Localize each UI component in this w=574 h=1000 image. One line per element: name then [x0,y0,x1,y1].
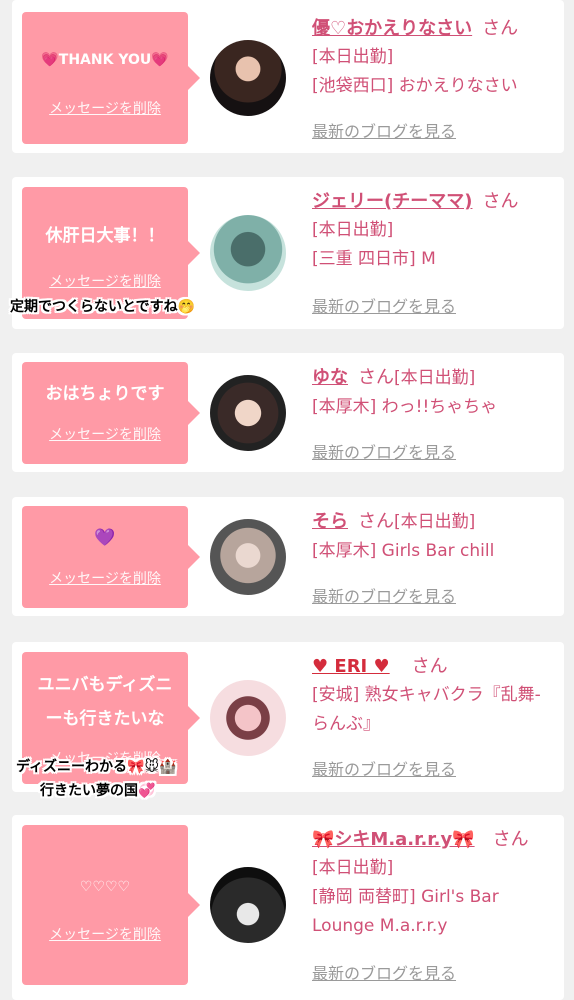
delete-message-link[interactable]: メッセージを削除 [22,924,188,944]
avatar[interactable] [210,867,286,943]
message-text: 休肝日大事！！ [45,226,165,246]
delete-message-link[interactable]: メッセージを削除 [22,271,188,291]
blog-link[interactable]: 最新のブログを見る [312,293,456,317]
avatar[interactable] [210,680,286,756]
message-bubble: おはちょりです メッセージを削除 [22,362,200,464]
avatar[interactable] [210,519,286,595]
cast-name-link[interactable]: ジェリー(チーママ) [312,191,472,212]
overlay-caption: 定期でつくらないとですね🤭 [10,299,196,315]
cast-name-link[interactable]: 優♡おかえりなさい [312,18,472,39]
message-text: ユニバもディズニ [37,675,173,695]
avatar[interactable] [210,215,286,291]
shop-text: [三重 四日市] M [312,249,436,269]
message-bubble: 💗THANK YOU💗 メッセージを削除 [22,12,200,144]
status-text: [本日出勤] [312,47,394,67]
delete-message-link[interactable]: メッセージを削除 [22,424,188,444]
status-text: [本日出勤] [394,368,476,388]
avatar[interactable] [210,40,286,116]
blog-link[interactable]: 最新のブログを見る [312,756,456,780]
overlay-caption: ディズニーわかる🎀🐭🏰 [16,759,177,775]
message-text: 💜 [94,528,116,548]
honorific: さん [358,511,394,532]
avatar[interactable] [210,375,286,451]
delete-message-link[interactable]: メッセージを削除 [22,98,188,118]
blog-link[interactable]: 最新のブログを見る [312,960,456,984]
message-card: おはちょりです メッセージを削除 ゆな さん[本日出勤] [本厚木] わっ!!ちゃ… [12,353,564,472]
honorific: さん [482,18,519,39]
honorific: さん [358,367,394,388]
honorific: さん [492,829,529,850]
honorific: さん [482,191,519,212]
message-text: おはちょりです [45,384,165,404]
message-card: 💜 メッセージを削除 そら さん[本日出勤] [本厚木] Girls Bar ch… [12,497,564,616]
blog-link[interactable]: 最新のブログを見る [312,583,456,607]
status-text: [本日出勤] [394,512,476,532]
status-text: [本日出勤] [312,220,394,240]
shop-text: [池袋西口] おかえりなさい [312,76,518,96]
overlay-caption: 行きたい夢の国💞 [40,783,156,799]
shop-text: [安城] 熟女キャバクラ『乱舞-らんぶ』 [312,685,541,734]
honorific: さん [411,656,448,677]
blog-link[interactable]: 最新のブログを見る [312,439,456,463]
message-text: ♡♡♡♡ [79,879,131,895]
blog-link[interactable]: 最新のブログを見る [312,118,456,142]
message-text: 💗THANK YOU💗 [41,52,169,68]
shop-text: [本厚木] わっ!!ちゃちゃ [312,397,498,417]
cast-name-link[interactable]: 🎀シキM.a.r.r.y🎀 [312,829,475,850]
cast-name-link[interactable]: そら [312,511,348,532]
cast-name-link[interactable]: ゆな [312,367,348,388]
shop-text: [本厚木] Girls Bar chill [312,541,495,561]
delete-message-link[interactable]: メッセージを削除 [22,568,188,588]
cast-name-link[interactable]: ♥ ERI ♥ [312,656,390,677]
status-text: [本日出勤] [312,858,394,878]
message-text: ーも行きたいな [45,709,165,729]
message-card: ♡♡♡♡ メッセージを削除 🎀シキM.a.r.r.y🎀 さん [本日出勤] [静岡… [12,815,564,1000]
message-bubble: ♡♡♡♡ メッセージを削除 [22,825,200,985]
message-bubble: 💜 メッセージを削除 [22,506,200,608]
shop-text: [静岡 両替町] Girl's Bar Lounge M.a.r.r.y [312,887,499,936]
message-card: 💗THANK YOU💗 メッセージを削除 優♡おかえりなさい さん [本日出勤] … [12,0,564,153]
